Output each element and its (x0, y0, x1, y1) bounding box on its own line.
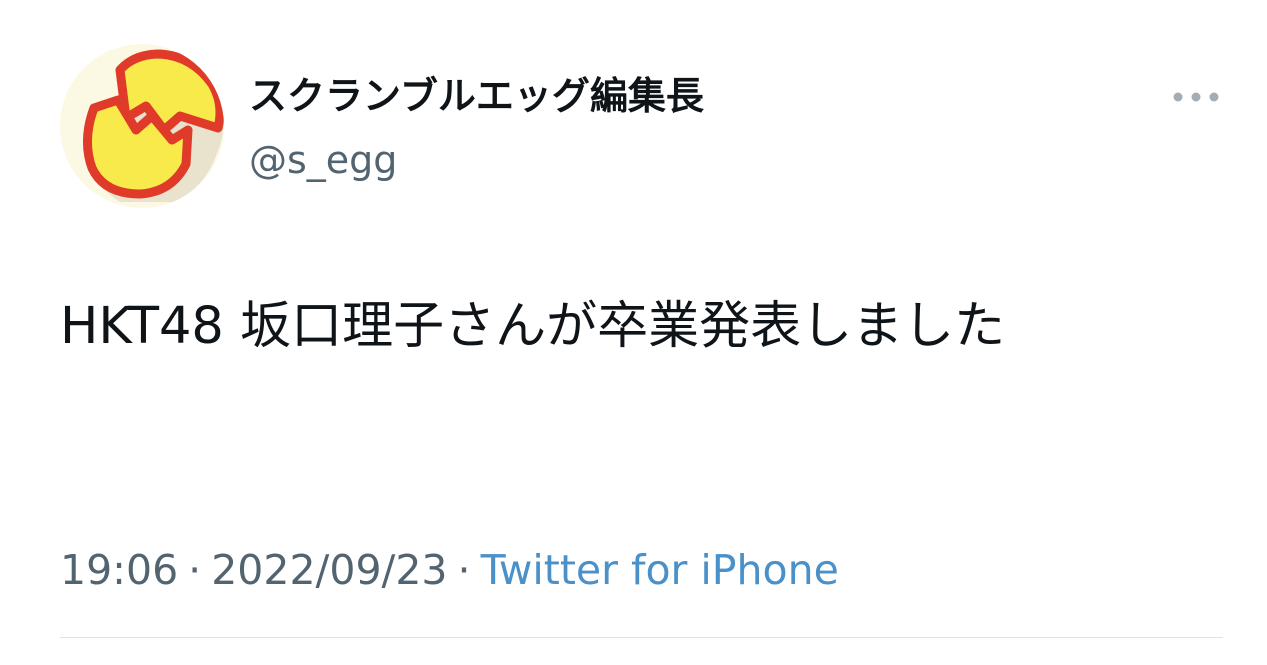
user-handle[interactable]: @s_egg (249, 132, 397, 188)
tweet-text: HKT48 坂口理子さんが卒業発表しました (60, 297, 1006, 356)
tweet-time[interactable]: 19:06 (60, 546, 178, 594)
tweet-source-link[interactable]: Twitter for iPhone (481, 546, 839, 594)
avatar[interactable] (60, 44, 224, 208)
tweet-date[interactable]: 2022/09/23 (211, 546, 447, 594)
divider (60, 637, 1223, 638)
meta-separator: · (188, 546, 202, 594)
meta-separator: · (457, 546, 471, 594)
cracked-egg-logo-icon (60, 44, 224, 208)
more-horizontal-icon (1173, 92, 1219, 102)
display-name[interactable]: スクランブルエッグ編集長 (249, 66, 704, 126)
tweet-detail: スクランブルエッグ編集長 @s_egg HKT48 坂口理子さんが卒業発表しまし… (0, 0, 1267, 665)
more-options-button[interactable] (1168, 82, 1224, 112)
tweet-metadata: 19:06 · 2022/09/23 · Twitter for iPhone (60, 540, 839, 600)
